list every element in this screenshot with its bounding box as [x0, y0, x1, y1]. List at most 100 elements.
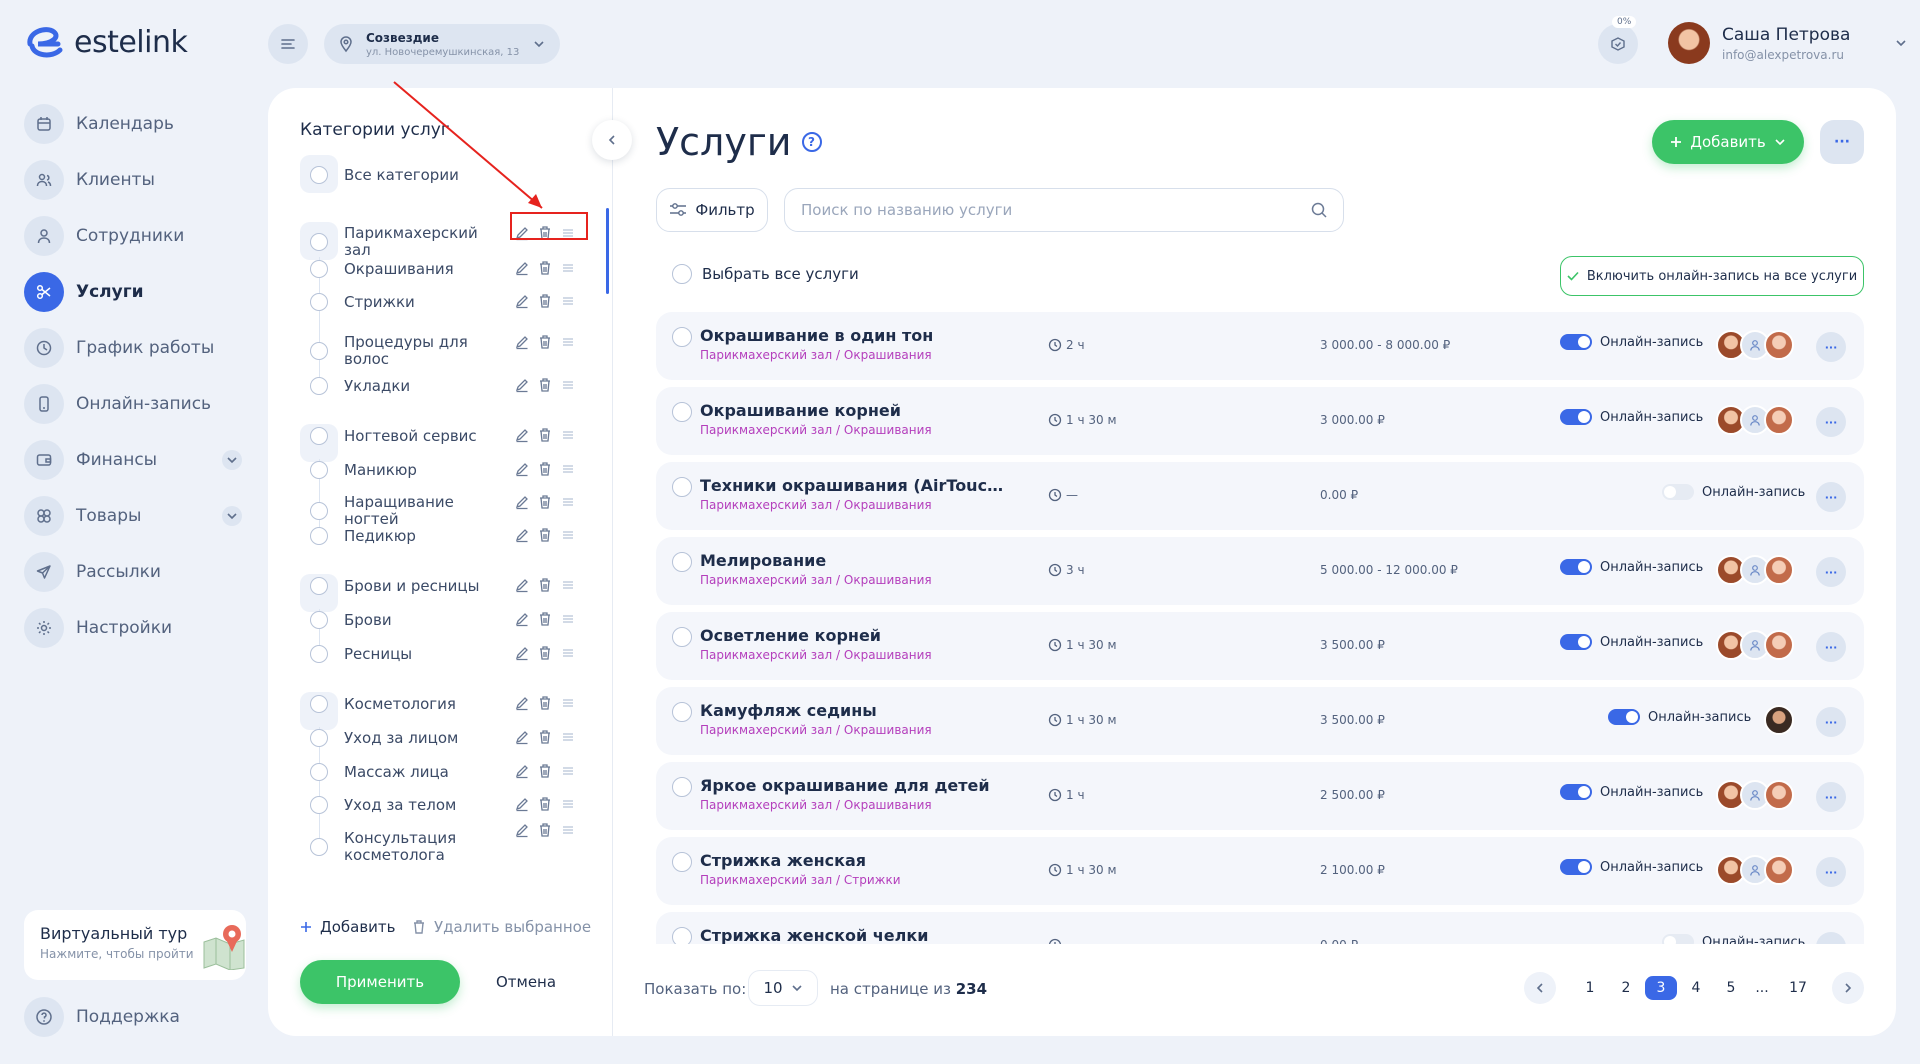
toggle-switch[interactable]: [1560, 334, 1592, 350]
category-checkbox[interactable]: [310, 763, 328, 781]
toggle-switch[interactable]: [1608, 709, 1640, 725]
drag-handle-icon[interactable]: [560, 695, 576, 711]
drag-handle-icon[interactable]: [560, 729, 576, 745]
page-number[interactable]: 4: [1680, 976, 1712, 1000]
service-row[interactable]: Осветление корней Парикмахерский зал / Ок…: [656, 612, 1864, 680]
category-item[interactable]: Стрижки: [300, 293, 590, 311]
service-name[interactable]: Техники окрашивания (AirTouch,...: [700, 476, 1010, 495]
service-row[interactable]: Стрижка женская Парикмахерский зал / Стри…: [656, 837, 1864, 905]
edit-pencil-icon[interactable]: [514, 822, 530, 838]
category-checkbox[interactable]: [310, 645, 328, 663]
drag-handle-icon[interactable]: [560, 763, 576, 779]
edit-pencil-icon[interactable]: [514, 729, 530, 745]
edit-pencil-icon[interactable]: [514, 527, 530, 543]
collapse-panel-button[interactable]: [592, 120, 632, 160]
sidebar-item-9[interactable]: Настройки: [24, 607, 246, 649]
category-checkbox[interactable]: [310, 233, 328, 251]
category-checkbox[interactable]: [310, 729, 328, 747]
online-booking-toggle[interactable]: Онлайн-запись: [1560, 634, 1703, 650]
category-item[interactable]: Педикюр: [300, 527, 590, 545]
edit-pencil-icon[interactable]: [514, 377, 530, 393]
edit-pencil-icon[interactable]: [514, 611, 530, 627]
sidebar-item-7[interactable]: Товары: [24, 495, 246, 537]
category-item[interactable]: Окрашивания: [300, 260, 590, 278]
category-item[interactable]: Укладки: [300, 377, 590, 395]
more-options-button[interactable]: ···: [1820, 120, 1864, 164]
trash-icon[interactable]: [538, 293, 552, 309]
sidebar-item-5[interactable]: Онлайн-запись: [24, 383, 246, 425]
search-icon[interactable]: [1310, 201, 1328, 219]
cancel-button[interactable]: Отмена: [476, 960, 576, 1004]
row-more-button[interactable]: ···: [1816, 407, 1846, 437]
onboarding-progress-button[interactable]: [1598, 24, 1638, 64]
service-checkbox[interactable]: [672, 777, 692, 797]
category-item[interactable]: Брови: [300, 611, 590, 629]
drag-handle-icon[interactable]: [560, 577, 576, 593]
select-all-checkbox[interactable]: [672, 264, 692, 284]
online-booking-toggle[interactable]: Онлайн-запись: [1560, 859, 1703, 875]
category-checkbox[interactable]: [310, 577, 328, 595]
trash-icon[interactable]: [538, 461, 552, 477]
page-number[interactable]: 5: [1715, 976, 1747, 1000]
drag-handle-icon[interactable]: [560, 293, 576, 309]
category-checkbox[interactable]: [310, 427, 328, 445]
drag-handle-icon[interactable]: [560, 461, 576, 477]
service-row[interactable]: Стрижка женской челки — 0.00 ₽ Онлайн-запис…: [656, 912, 1864, 944]
category-item[interactable]: Уход за телом: [300, 796, 590, 814]
service-checkbox[interactable]: [672, 327, 692, 347]
category-checkbox[interactable]: [310, 527, 328, 545]
toggle-switch[interactable]: [1560, 409, 1592, 425]
category-checkbox[interactable]: [310, 166, 328, 184]
trash-icon[interactable]: [538, 695, 552, 711]
drag-handle-icon[interactable]: [560, 377, 576, 393]
edit-pencil-icon[interactable]: [514, 494, 530, 510]
service-checkbox[interactable]: [672, 852, 692, 872]
category-checkbox[interactable]: [310, 695, 328, 713]
category-item[interactable]: Консультация косметолога: [300, 823, 590, 864]
edit-pencil-icon[interactable]: [514, 427, 530, 443]
edit-pencil-icon[interactable]: [514, 461, 530, 477]
service-checkbox[interactable]: [672, 627, 692, 647]
edit-pencil-icon[interactable]: [514, 695, 530, 711]
sidebar-item-1[interactable]: Клиенты: [24, 159, 246, 201]
row-more-button[interactable]: ···: [1816, 332, 1846, 362]
drag-handle-icon[interactable]: [560, 822, 576, 838]
category-group[interactable]: Косметология: [300, 692, 590, 730]
service-name[interactable]: Яркое окрашивание для детей: [700, 776, 990, 795]
service-name[interactable]: Камуфляж седины: [700, 701, 877, 720]
online-booking-toggle[interactable]: Онлайн-запись: [1560, 334, 1703, 350]
trash-icon[interactable]: [538, 729, 552, 745]
drag-handle-icon[interactable]: [560, 334, 576, 350]
service-checkbox[interactable]: [672, 927, 692, 944]
category-item[interactable]: Процедуры для волос: [300, 334, 590, 368]
row-more-button[interactable]: ···: [1816, 557, 1846, 587]
sidebar-item-6[interactable]: Финансы: [24, 439, 246, 481]
category-group[interactable]: Ногтевой сервис: [300, 424, 590, 462]
logo[interactable]: estelink: [24, 24, 188, 60]
delete-selected-button[interactable]: Удалить выбранное: [412, 918, 591, 936]
service-name[interactable]: Окрашивание корней: [700, 401, 901, 420]
edit-pencil-icon[interactable]: [514, 645, 530, 661]
toggle-switch[interactable]: [1662, 934, 1694, 944]
category-group[interactable]: Брови и ресницы: [300, 574, 590, 612]
online-booking-toggle[interactable]: Онлайн-запись: [1560, 784, 1703, 800]
category-item[interactable]: Наращивание ногтей: [300, 494, 590, 528]
sidebar-item-3[interactable]: Услуги: [24, 271, 246, 313]
chevron-down-icon[interactable]: [222, 450, 242, 470]
sidebar-item-4[interactable]: График работы: [24, 327, 246, 369]
trash-icon[interactable]: [538, 645, 552, 661]
prev-page-button[interactable]: [1524, 972, 1556, 1004]
edit-pencil-icon[interactable]: [514, 334, 530, 350]
trash-icon[interactable]: [538, 611, 552, 627]
next-page-button[interactable]: [1832, 972, 1864, 1004]
add-category-button[interactable]: Добавить: [300, 918, 396, 936]
service-name[interactable]: Стрижка женской челки: [700, 926, 928, 944]
category-checkbox[interactable]: [310, 502, 328, 520]
toggle-switch[interactable]: [1662, 484, 1694, 500]
row-more-button[interactable]: ···: [1816, 782, 1846, 812]
category-checkbox[interactable]: [310, 293, 328, 311]
service-row[interactable]: Яркое окрашивание для детей Парикмахерски…: [656, 762, 1864, 830]
drag-handle-icon[interactable]: [560, 527, 576, 543]
edit-pencil-icon[interactable]: [514, 763, 530, 779]
service-row[interactable]: Окрашивание в один тон Парикмахерский зал…: [656, 312, 1864, 380]
